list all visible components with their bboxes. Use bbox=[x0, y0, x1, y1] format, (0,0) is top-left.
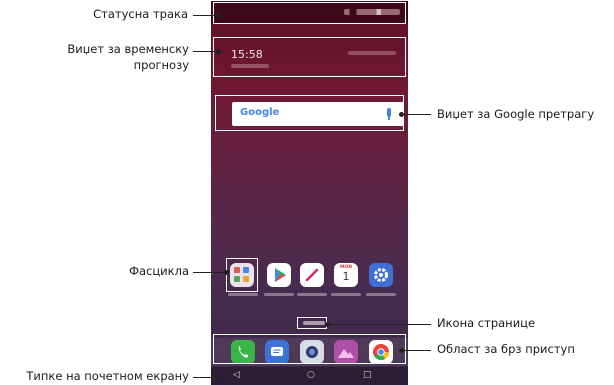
app-label bbox=[366, 293, 396, 296]
leader-dot bbox=[325, 322, 330, 327]
leader-dot bbox=[399, 348, 404, 353]
callout-quick-access: Област за брз приступ bbox=[437, 342, 575, 356]
leader-dot bbox=[216, 49, 221, 54]
recents-button[interactable]: □ bbox=[363, 370, 372, 380]
callout-folder: Фасцикла bbox=[129, 264, 189, 278]
leader-folder bbox=[193, 272, 226, 273]
phone-home-screen: 15:58 Google MON 1 ◁ ○ □ bbox=[211, 1, 408, 385]
quick-access-highlight bbox=[213, 334, 406, 364]
app-label bbox=[228, 293, 258, 296]
navigation-bar: ◁ ○ □ bbox=[211, 367, 408, 385]
settings-icon[interactable] bbox=[369, 263, 393, 287]
app-label bbox=[331, 293, 361, 296]
status-bar-highlight bbox=[213, 2, 406, 24]
google-widget-highlight bbox=[215, 95, 404, 131]
play-store-icon[interactable] bbox=[267, 263, 291, 287]
leader-dot bbox=[224, 270, 229, 275]
app-label bbox=[297, 293, 327, 296]
leader-google bbox=[401, 114, 431, 115]
leader-status-bar bbox=[193, 15, 218, 16]
home-button[interactable]: ○ bbox=[307, 370, 315, 380]
quickmemo-icon[interactable] bbox=[300, 263, 324, 287]
leader-dot bbox=[216, 13, 221, 18]
leader-dot bbox=[399, 112, 404, 117]
leader-page-icon bbox=[327, 324, 431, 325]
leader-home-touch-buttons bbox=[193, 377, 218, 378]
calendar-day: 1 bbox=[342, 270, 350, 283]
calendar-icon[interactable]: MON 1 bbox=[334, 263, 358, 287]
callout-google-widget: Виџет за Google претрагу bbox=[437, 107, 595, 121]
callout-weather-line2: прогнозу bbox=[133, 58, 189, 72]
callout-weather-line1: Виџет за временску bbox=[67, 42, 189, 56]
folder-highlight bbox=[226, 258, 258, 292]
app-label bbox=[264, 293, 294, 296]
callout-page-icon: Икона странице bbox=[437, 316, 536, 330]
callout-status-bar: Статусна трака bbox=[93, 7, 188, 21]
leader-dot bbox=[216, 375, 221, 380]
page-icon-highlight bbox=[297, 317, 327, 329]
back-button[interactable]: ◁ bbox=[233, 370, 240, 380]
callout-home-touch-buttons: Типке на почетном екрану bbox=[26, 369, 189, 383]
leader-quick-access bbox=[401, 350, 431, 351]
leader-weather bbox=[193, 51, 218, 52]
weather-widget-highlight bbox=[213, 37, 406, 77]
